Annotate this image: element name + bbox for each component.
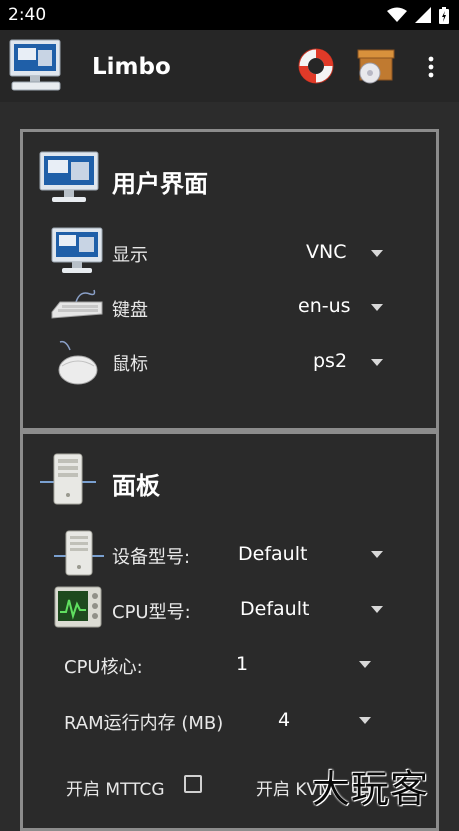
- display-value: VNC: [306, 241, 347, 263]
- keyboard-select[interactable]: en-us: [290, 292, 390, 322]
- ram-select[interactable]: 4: [270, 704, 376, 736]
- signal-icon: [415, 7, 431, 23]
- install-package-icon[interactable]: [356, 46, 396, 86]
- mttcg-checkbox[interactable]: [184, 775, 202, 793]
- chevron-down-icon: [371, 606, 383, 613]
- display-select[interactable]: VNC: [290, 238, 390, 268]
- machine-type-icon: [54, 530, 104, 576]
- keyboard-value: en-us: [298, 295, 351, 317]
- board-section-title: 面板: [112, 472, 160, 500]
- watermark-logo: 大玩客: [312, 767, 430, 811]
- mouse-value: ps2: [313, 350, 348, 372]
- display-icon: [51, 227, 103, 273]
- ram-label: RAM运行内存 (MB): [64, 713, 224, 734]
- cpu-monitor-icon: [54, 586, 102, 628]
- computer-logo-icon: [9, 39, 61, 91]
- display-label: 显示: [112, 245, 148, 266]
- keyboard-label: 键盘: [112, 300, 148, 321]
- status-time: 2:40: [8, 5, 47, 25]
- ram-value: 4: [278, 709, 291, 731]
- user-interface-icon: [39, 151, 99, 202]
- help-lifebuoy-icon[interactable]: [296, 46, 336, 86]
- chevron-down-icon: [371, 304, 383, 311]
- ui-section-title: 用户界面: [112, 170, 208, 198]
- mouse-select[interactable]: ps2: [290, 347, 390, 377]
- app-title: Limbo: [92, 54, 171, 80]
- cpu-model-label: CPU型号:: [112, 602, 191, 623]
- chevron-down-icon: [359, 661, 371, 668]
- battery-icon: [439, 6, 449, 24]
- machine-type-select[interactable]: Default: [232, 538, 392, 570]
- board-server-icon: [40, 453, 96, 505]
- machine-type-label: 设备型号:: [112, 547, 191, 568]
- cpu-model-select[interactable]: Default: [232, 593, 392, 625]
- machine-type-value: Default: [238, 543, 308, 565]
- status-icons: [387, 6, 449, 24]
- overflow-menu-icon[interactable]: [426, 55, 436, 79]
- chevron-down-icon: [371, 250, 383, 257]
- cpu-cores-select[interactable]: 1: [226, 648, 376, 680]
- chevron-down-icon: [371, 359, 383, 366]
- cpu-cores-value: 1: [236, 653, 249, 675]
- wifi-icon: [387, 7, 407, 22]
- chevron-down-icon: [371, 551, 383, 558]
- mttcg-label: 开启 MTTCG: [66, 780, 165, 800]
- mouse-label: 鼠标: [112, 354, 148, 375]
- cpu-cores-label: CPU核心:: [64, 657, 143, 678]
- keyboard-icon: [51, 289, 103, 319]
- cpu-model-value: Default: [240, 598, 310, 620]
- mouse-icon: [58, 340, 98, 385]
- chevron-down-icon: [359, 717, 371, 724]
